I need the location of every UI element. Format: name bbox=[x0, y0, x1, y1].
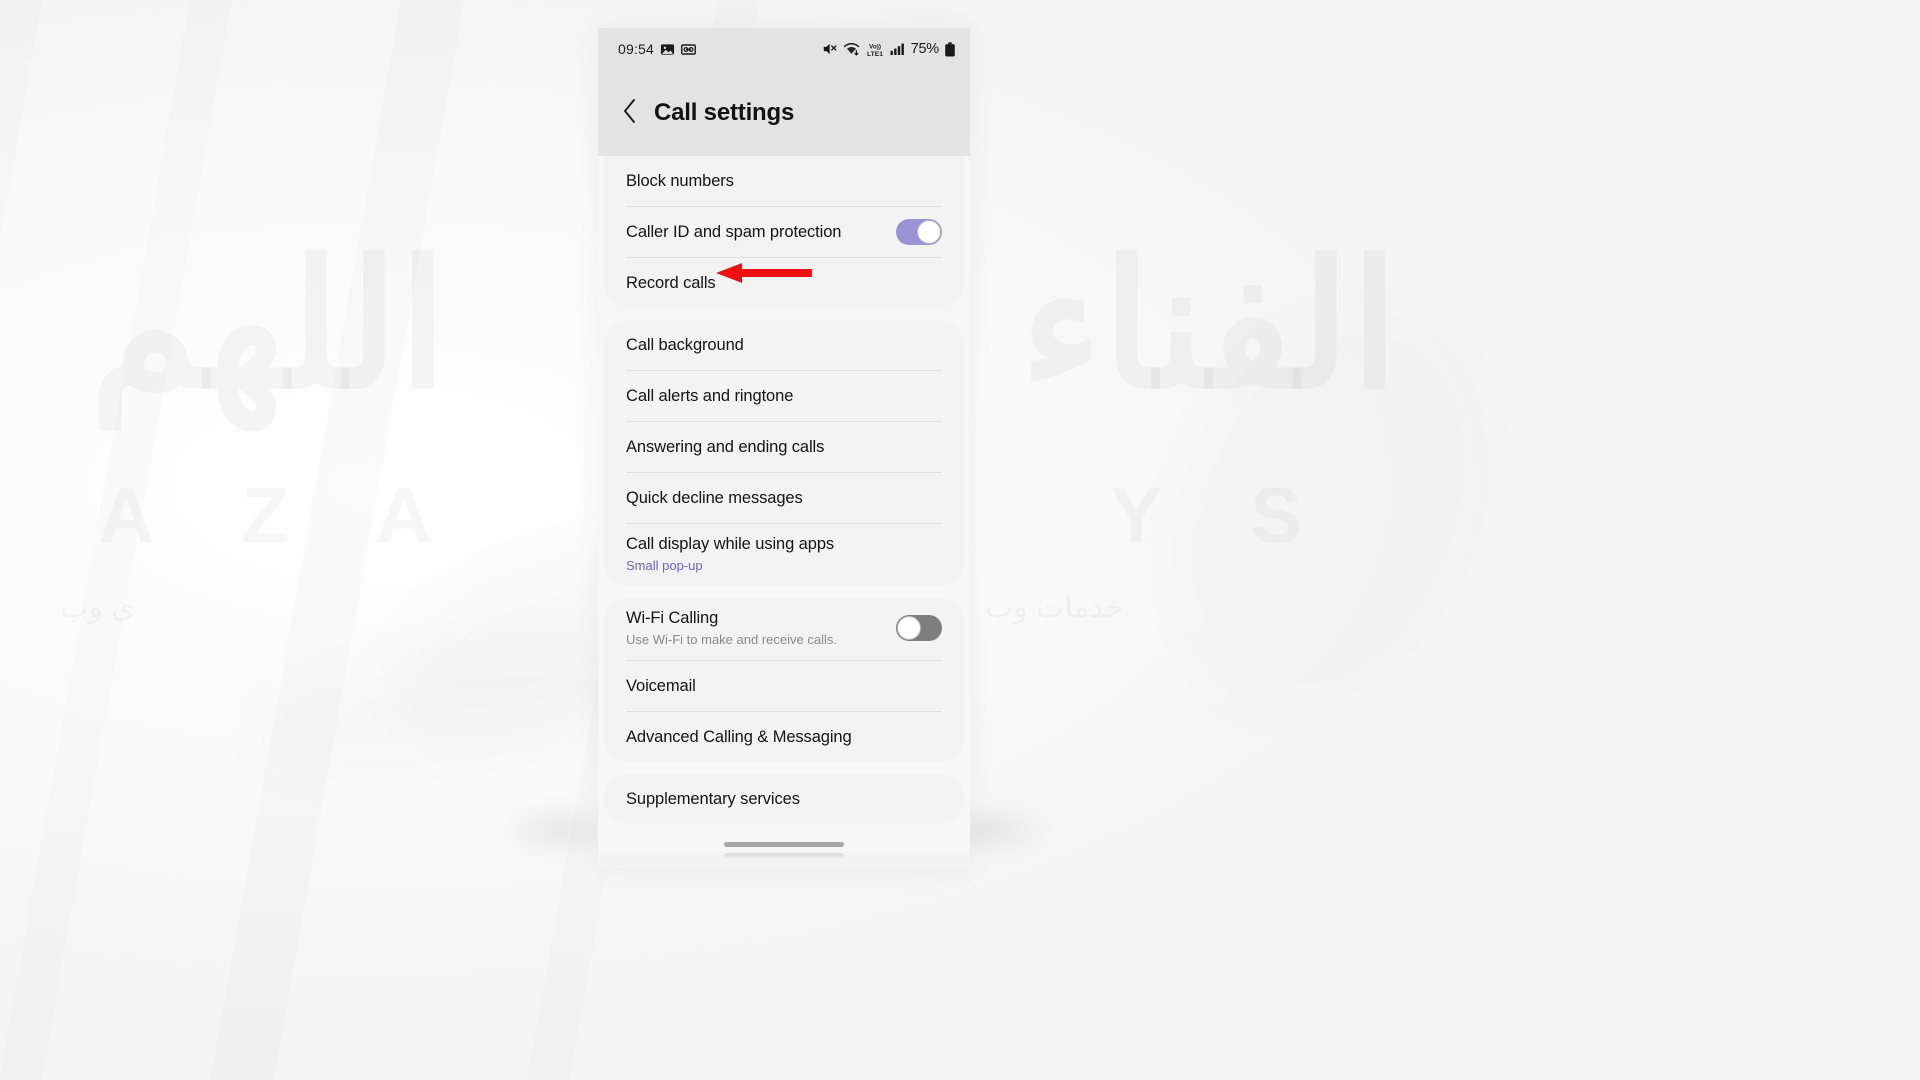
chevron-left-icon bbox=[622, 98, 637, 129]
row-texts: Block numbers bbox=[626, 171, 942, 192]
status-bar-right: Vo)) LTE1 75% bbox=[822, 41, 956, 58]
status-bar: 09:54 Vo)) LTE1 75% bbox=[598, 28, 970, 70]
blocking-section: Block numbers Caller ID and spam protect… bbox=[604, 156, 964, 308]
row-texts: Call alerts and ringtone bbox=[626, 386, 942, 407]
toggle-knob bbox=[897, 616, 921, 640]
volte-icon: Vo)) LTE1 bbox=[865, 41, 885, 58]
settings-row-block-numbers[interactable]: Block numbers bbox=[604, 156, 964, 206]
mute-icon bbox=[822, 41, 838, 57]
row-title: Call background bbox=[626, 335, 744, 354]
wifi-download-icon bbox=[843, 41, 860, 57]
supplementary-section: Supplementary services bbox=[604, 774, 964, 824]
settings-list[interactable]: Block numbers Caller ID and spam protect… bbox=[598, 156, 970, 868]
row-title: Supplementary services bbox=[626, 789, 800, 808]
row-texts: Record calls bbox=[626, 273, 942, 294]
settings-row-call-display-while-using-apps[interactable]: Call display while using apps Small pop-… bbox=[604, 524, 964, 586]
settings-row-caller-id-and-spam-protection[interactable]: Caller ID and spam protection bbox=[604, 207, 964, 257]
row-title: Caller ID and spam protection bbox=[626, 222, 842, 241]
row-title: Call alerts and ringtone bbox=[626, 386, 794, 405]
phone-screenshot: 09:54 Vo)) LTE1 75% Call settings Block … bbox=[598, 28, 970, 868]
settings-row-call-background[interactable]: Call background bbox=[604, 320, 964, 370]
row-texts: Call background bbox=[626, 335, 942, 356]
row-texts: Voicemail bbox=[626, 676, 942, 697]
status-bar-clock: 09:54 bbox=[618, 41, 655, 57]
row-title: Answering and ending calls bbox=[626, 437, 825, 456]
row-texts: Supplementary services bbox=[626, 789, 942, 810]
settings-row-supplementary-services[interactable]: Supplementary services bbox=[604, 774, 964, 824]
page-title: Call settings bbox=[654, 99, 795, 126]
caller-id-toggle[interactable] bbox=[896, 219, 942, 245]
row-title: Quick decline messages bbox=[626, 488, 803, 507]
signal-bars-icon bbox=[890, 42, 905, 56]
row-title: Voicemail bbox=[626, 676, 696, 695]
network-section: Wi-Fi Calling Use Wi-Fi to make and rece… bbox=[604, 598, 964, 762]
row-texts: Advanced Calling & Messaging bbox=[626, 727, 942, 748]
settings-row-advanced-calling-and-messaging[interactable]: Advanced Calling & Messaging bbox=[604, 712, 964, 762]
row-texts: Quick decline messages bbox=[626, 488, 942, 509]
call-experience-section: Call background Call alerts and ringtone… bbox=[604, 320, 964, 586]
svg-text:LTE1: LTE1 bbox=[867, 50, 883, 57]
photo-icon bbox=[660, 42, 675, 57]
row-texts: Wi-Fi Calling Use Wi-Fi to make and rece… bbox=[626, 608, 882, 647]
settings-row-wifi-calling[interactable]: Wi-Fi Calling Use Wi-Fi to make and rece… bbox=[604, 598, 964, 660]
toggle-knob bbox=[917, 220, 941, 244]
settings-row-voicemail[interactable]: Voicemail bbox=[604, 661, 964, 711]
row-title: Wi-Fi Calling bbox=[626, 609, 719, 628]
status-bar-left: 09:54 bbox=[618, 41, 696, 57]
back-button[interactable] bbox=[618, 98, 640, 128]
settings-row-call-alerts-and-ringtone[interactable]: Call alerts and ringtone bbox=[604, 371, 964, 421]
row-texts: Answering and ending calls bbox=[626, 437, 942, 458]
row-texts: Caller ID and spam protection bbox=[626, 222, 882, 243]
row-title: Block numbers bbox=[626, 171, 734, 190]
settings-row-quick-decline-messages[interactable]: Quick decline messages bbox=[604, 473, 964, 523]
home-indicator-bar[interactable] bbox=[724, 842, 844, 847]
svg-text:Vo)): Vo)) bbox=[869, 43, 881, 50]
voice-recorder-icon bbox=[681, 42, 696, 57]
battery-full-icon bbox=[944, 41, 956, 57]
row-subtitle: Small pop-up bbox=[626, 558, 703, 574]
row-subtitle: Use Wi-Fi to make and receive calls. bbox=[626, 632, 837, 648]
settings-row-record-calls[interactable]: Record calls bbox=[604, 258, 964, 308]
settings-row-answering-and-ending-calls[interactable]: Answering and ending calls bbox=[604, 422, 964, 472]
row-title: Call display while using apps bbox=[626, 535, 835, 554]
battery-percent-label: 75% bbox=[910, 41, 940, 57]
phone-bottom-reflection bbox=[598, 856, 970, 886]
row-title: Advanced Calling & Messaging bbox=[626, 727, 852, 746]
wifi-calling-toggle[interactable] bbox=[896, 615, 942, 641]
title-bar: Call settings bbox=[598, 70, 970, 156]
row-texts: Call display while using apps Small pop-… bbox=[626, 534, 942, 573]
row-title: Record calls bbox=[626, 273, 716, 292]
